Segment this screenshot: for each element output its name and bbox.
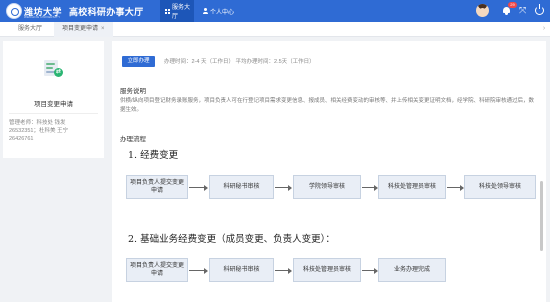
- contact-line: 管理老师：科技处 钱发: [9, 120, 66, 126]
- processing-time: 办理时间：2-4 天（工作日） 平均办理时间：2.5天（工作日）: [164, 59, 315, 65]
- service-info-card: ⇄ 项目变更申请 管理老师：科技处 钱发 26532351；杜科美 王宁 264…: [3, 41, 104, 158]
- top-bar: 潍坊大学 WEIFANG UNIVERSITY 高校科研办事大厅 服务大厅 个人…: [0, 0, 550, 22]
- flow-arrow: [362, 184, 378, 191]
- flow-arrow: [275, 184, 292, 191]
- flow-arrow: [189, 184, 208, 191]
- service-desc-title: 服务说明: [120, 88, 146, 95]
- flow-arrow: [447, 184, 464, 191]
- divider: [9, 113, 98, 114]
- flow1-step: 学院领导审核: [293, 175, 361, 199]
- tab-service-hall-label: 服务大厅: [18, 26, 43, 32]
- nav-service-hall[interactable]: 服务大厅: [160, 0, 194, 22]
- scrollbar[interactable]: [540, 181, 543, 251]
- service-detail-panel: 立即办理 办理时间：2-4 天（工作日） 平均办理时间：2.5天（工作日） 服务…: [112, 41, 546, 302]
- nav-service-hall-label: 服务大厅: [172, 5, 191, 20]
- flow2-step: 业务办理完成: [378, 258, 446, 282]
- close-icon[interactable]: ×: [101, 26, 105, 32]
- service-name: 项目变更申请: [34, 101, 73, 108]
- apply-now-button[interactable]: 立即办理: [122, 56, 155, 67]
- flow1-step: 项目负责人提交变更申请: [126, 175, 188, 199]
- flow-arrow: [275, 267, 292, 274]
- flow1-step: 科研秘书审核: [209, 175, 274, 199]
- fullscreen-icon[interactable]: ⤧: [519, 5, 526, 15]
- nav-personal-center[interactable]: 个人中心: [198, 0, 238, 22]
- grid-icon: [164, 8, 170, 14]
- flow2-step: 项目负责人提交变更申请: [126, 258, 188, 282]
- flow1-step: 科技处领导审核: [464, 175, 536, 199]
- nav-personal-center-label: 个人中心: [210, 9, 235, 16]
- contact-line: 26532351；杜科美 王宁: [9, 128, 68, 134]
- tab-scroll-right-icon[interactable]: ›: [540, 23, 548, 35]
- tab-bar: 服务大厅 项目变更申请 × ›: [0, 22, 550, 37]
- section2-title: 2. 基础业务经费变更（成员变更、负责人变更）：: [128, 234, 335, 245]
- tab-project-change[interactable]: 项目变更申请 ×: [54, 22, 113, 37]
- user-avatar[interactable]: [476, 4, 489, 17]
- tab-project-change-label: 项目变更申请: [62, 26, 99, 32]
- university-logo: [6, 3, 22, 19]
- tab-service-hall[interactable]: 服务大厅: [10, 22, 50, 37]
- power-icon[interactable]: [535, 4, 544, 15]
- flow-arrow: [189, 267, 208, 274]
- document-icon: ⇄: [44, 60, 63, 77]
- section1-title: 1. 经费变更: [128, 150, 179, 161]
- flow2-step: 科技处管理员审核: [293, 258, 361, 282]
- hall-title: 高校科研办事大厅: [69, 7, 144, 17]
- school-name-en: WEIFANG UNIVERSITY: [24, 15, 61, 19]
- service-description: 供横/纵向项目登记财务录账服务，项目负责人可在行登记项目需求变更信息、报成员、相…: [120, 98, 535, 113]
- contact-info: 管理老师：科技处 钱发 26532351；杜科美 王宁 26426761: [9, 119, 101, 143]
- contact-line: 26426761: [9, 136, 34, 142]
- notification-badge: 29: [508, 2, 517, 8]
- flow2-step: 科研秘书审核: [209, 258, 274, 282]
- flow-arrow: [362, 267, 378, 274]
- process-title: 办理流程: [120, 136, 146, 143]
- flow1-step: 科技处管理员审核: [378, 175, 446, 199]
- user-icon: [202, 8, 208, 14]
